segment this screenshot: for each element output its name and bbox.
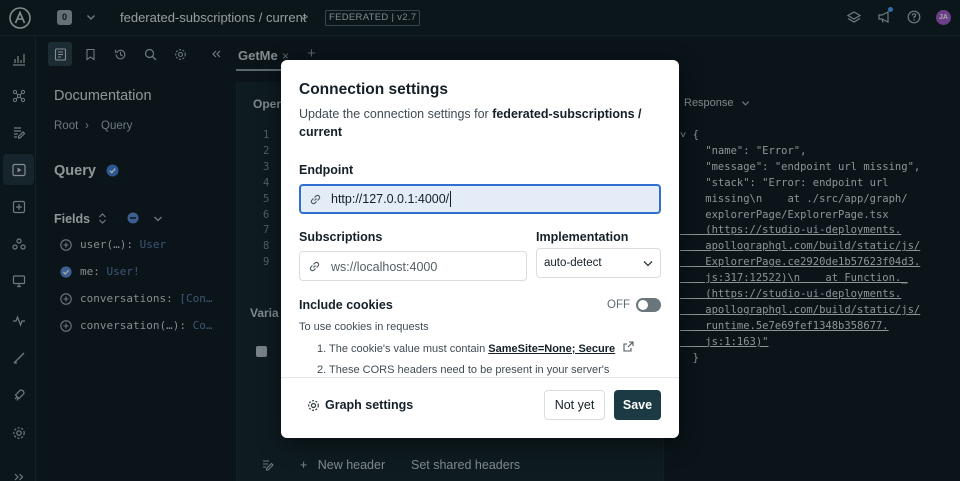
cookies-toggle-state: OFF: [607, 299, 630, 311]
cookies-step: 2. These CORS headers need to be present…: [317, 364, 609, 376]
implementation-label: Implementation: [536, 230, 629, 244]
description-text: Update the connection settings for: [299, 107, 493, 121]
endpoint-value: http://127.0.0.1:4000/: [331, 192, 450, 206]
include-cookies-toggle[interactable]: [636, 298, 661, 312]
step-text: These CORS headers need to be present in…: [329, 364, 610, 376]
graph-settings-label: Graph settings: [325, 398, 414, 412]
step-text: The cookie's value must contain: [329, 343, 489, 355]
endpoint-label: Endpoint: [299, 163, 354, 177]
modal-description: Update the connection settings for feder…: [299, 105, 664, 141]
cookies-intro: To use cookies in requests: [299, 321, 429, 333]
chevron-down-icon: [643, 261, 653, 267]
link-icon: [310, 194, 321, 205]
modal-footer-divider: [281, 377, 679, 378]
implementation-select[interactable]: auto-detect: [536, 248, 661, 278]
external-link-icon[interactable]: [623, 341, 634, 352]
graph-settings-button[interactable]: Graph settings: [307, 398, 413, 412]
toggle-knob: [638, 300, 648, 310]
step-number: 2.: [317, 364, 327, 376]
modal-title: Connection settings: [299, 81, 448, 98]
connection-settings-modal: Connection settings Update the connectio…: [281, 60, 679, 438]
step-number: 1.: [317, 343, 327, 355]
cookies-step: 1. The cookie's value must contain SameS…: [317, 343, 615, 355]
implementation-value: auto-detect: [544, 257, 602, 269]
save-button[interactable]: Save: [614, 390, 661, 420]
text-caret: [450, 191, 451, 207]
not-yet-button[interactable]: Not yet: [544, 390, 605, 420]
gear-icon: [307, 399, 320, 412]
subscriptions-placeholder: ws://localhost:4000: [331, 260, 438, 274]
samesite-link[interactable]: SameSite=None; Secure: [488, 343, 615, 355]
endpoint-input[interactable]: http://127.0.0.1:4000/: [299, 184, 661, 214]
link-icon: [309, 261, 320, 272]
include-cookies-label: Include cookies: [299, 298, 393, 312]
subscriptions-label: Subscriptions: [299, 230, 383, 244]
subscriptions-input[interactable]: ws://localhost:4000: [299, 251, 527, 281]
